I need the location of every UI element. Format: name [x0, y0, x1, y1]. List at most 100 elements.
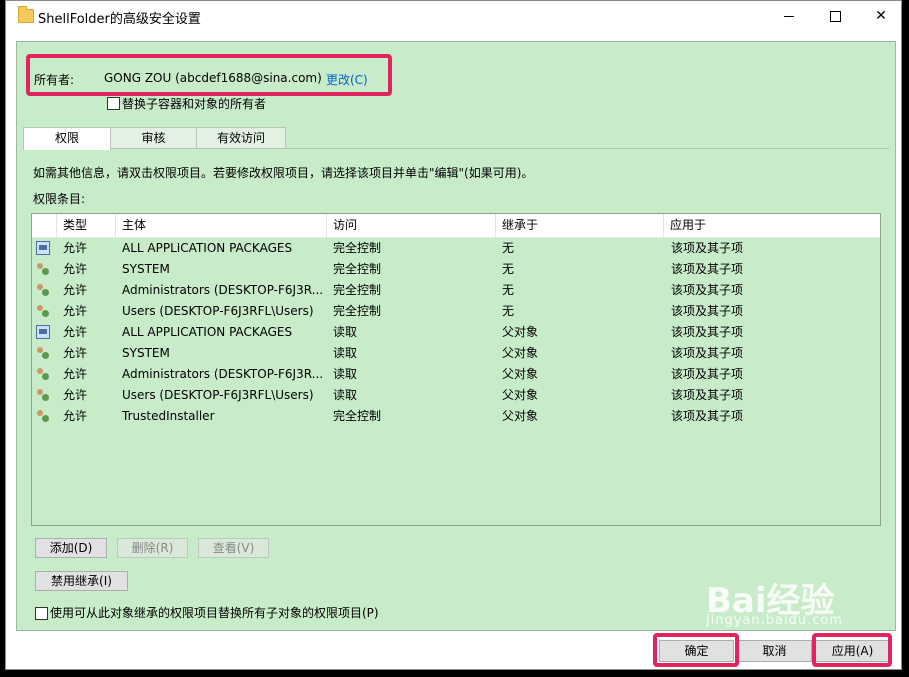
tab-effective-access[interactable]: 有效访问	[196, 127, 286, 149]
row-access: 读取	[333, 346, 358, 360]
row-principal: SYSTEM	[122, 262, 170, 276]
user-group-icon	[36, 262, 50, 276]
replace-owner-label: 替换子容器和对象的所有者	[122, 97, 267, 111]
row-type: 允许	[63, 325, 88, 339]
cancel-button[interactable]: 取消	[737, 640, 812, 662]
user-group-icon	[36, 304, 50, 318]
info-text: 如需其他信息，请双击权限项目。若要修改权限项目，请选择该项目并单击"编辑"(如果…	[33, 166, 534, 180]
table-row[interactable]: 允许 ALL APPLICATION PACKAGES 完全控制 无 该项及其子项	[32, 238, 880, 259]
list-header: 类型 主体 访问 继承于 应用于	[32, 214, 880, 238]
row-access: 完全控制	[333, 304, 382, 318]
baidu-watermark-url: jingyan.baidu.com	[706, 613, 843, 628]
table-row[interactable]: 允许 Users (DESKTOP-F6J3RFL\Users) 完全控制 无 该项及其…	[32, 301, 880, 322]
header-icon-col[interactable]	[32, 214, 57, 237]
row-principal: SYSTEM	[122, 346, 170, 360]
header-applies-to[interactable]: 应用于	[664, 214, 880, 237]
row-type: 允许	[63, 346, 88, 360]
close-icon: ✕	[875, 8, 887, 24]
row-applies-to: 该项及其子项	[671, 388, 744, 402]
owner-value: GONG ZOU (abcdef1688@sina.com)	[104, 71, 322, 85]
user-group-icon	[36, 409, 50, 423]
row-inherited-from: 无	[502, 283, 515, 297]
row-applies-to: 该项及其子项	[671, 325, 744, 339]
folder-icon	[18, 6, 34, 23]
user-group-icon	[36, 346, 50, 360]
view-button[interactable]: 查看(V)	[198, 538, 269, 558]
row-access: 读取	[333, 388, 358, 402]
apply-highlight	[812, 633, 892, 667]
row-type: 允许	[63, 304, 88, 318]
permission-entries-list[interactable]: 类型 主体 访问 继承于 应用于 允许 ALL APPLICATION PACKA…	[31, 213, 881, 526]
row-applies-to: 该项及其子项	[671, 283, 744, 297]
permission-entries-label: 权限条目:	[33, 192, 86, 206]
minimize-button[interactable]	[766, 1, 812, 32]
window-title: ShellFolder的高级安全设置	[38, 12, 201, 27]
disable-inheritance-button[interactable]: 禁用继承(I)	[35, 571, 128, 591]
replace-owner-checkbox[interactable]	[107, 97, 120, 110]
close-button[interactable]: ✕	[858, 1, 904, 32]
row-access: 完全控制	[333, 283, 382, 297]
row-principal: Users (DESKTOP-F6J3RFL\Users)	[122, 304, 314, 318]
row-applies-to: 该项及其子项	[671, 304, 744, 318]
header-principal[interactable]: 主体	[116, 214, 327, 237]
ok-highlight	[653, 633, 739, 667]
user-group-icon	[36, 388, 50, 402]
row-inherited-from: 父对象	[502, 409, 539, 423]
row-type: 允许	[63, 241, 88, 255]
row-access: 完全控制	[333, 241, 382, 255]
minimize-icon	[784, 15, 794, 17]
row-inherited-from: 父对象	[502, 346, 539, 360]
settings-panel: 所有者: GONG ZOU (abcdef1688@sina.com) 更改(C…	[16, 41, 896, 631]
header-access[interactable]: 访问	[327, 214, 496, 237]
row-applies-to: 该项及其子项	[671, 367, 744, 381]
replace-child-permissions-checkbox[interactable]	[35, 607, 48, 620]
row-applies-to: 该项及其子项	[671, 241, 744, 255]
row-type: 允许	[63, 388, 88, 402]
table-row[interactable]: 允许 Administrators (DESKTOP-F6J3R... 完全控制 无 该…	[32, 280, 880, 301]
remove-button[interactable]: 删除(R)	[117, 538, 188, 558]
table-row[interactable]: 允许 SYSTEM 读取 父对象 该项及其子项	[32, 343, 880, 364]
row-principal: TrustedInstaller	[122, 409, 215, 423]
table-row[interactable]: 允许 ALL APPLICATION PACKAGES 读取 父对象 该项及其子项	[32, 322, 880, 343]
row-principal: Users (DESKTOP-F6J3RFL\Users)	[122, 388, 314, 402]
row-principal: Administrators (DESKTOP-F6J3R...	[122, 283, 322, 297]
row-inherited-from: 无	[502, 304, 515, 318]
row-inherited-from: 父对象	[502, 325, 539, 339]
package-icon	[36, 241, 50, 255]
user-group-icon	[36, 367, 50, 381]
row-principal: ALL APPLICATION PACKAGES	[122, 241, 293, 255]
add-button[interactable]: 添加(D)	[35, 538, 107, 558]
table-row[interactable]: 允许 TrustedInstaller 完全控制 父对象 该项及其子项	[32, 406, 880, 427]
row-inherited-from: 父对象	[502, 388, 539, 402]
row-type: 允许	[63, 409, 88, 423]
tab-auditing[interactable]: 审核	[109, 127, 198, 149]
owner-label: 所有者:	[34, 73, 75, 87]
header-type[interactable]: 类型	[57, 214, 116, 237]
advanced-security-window: ShellFolder的高级安全设置 ✕ 所有者: GONG ZOU (abcd…	[5, 0, 902, 670]
replace-child-permissions-label: 使用可从此对象继承的权限项目替换所有子对象的权限项目(P)	[50, 606, 379, 620]
maximize-icon	[829, 10, 841, 22]
row-applies-to: 该项及其子项	[671, 409, 744, 423]
user-group-icon	[36, 283, 50, 297]
row-inherited-from: 无	[502, 241, 515, 255]
row-type: 允许	[63, 283, 88, 297]
title-bar[interactable]: ShellFolder的高级安全设置 ✕	[6, 1, 901, 32]
row-applies-to: 该项及其子项	[671, 346, 744, 360]
maximize-button[interactable]	[812, 1, 858, 32]
table-row[interactable]: 允许 SYSTEM 完全控制 无 该项及其子项	[32, 259, 880, 280]
tab-divider	[23, 148, 889, 149]
row-access: 读取	[333, 325, 358, 339]
table-row[interactable]: 允许 Users (DESKTOP-F6J3RFL\Users) 读取 父对象 该项及其…	[32, 385, 880, 406]
row-inherited-from: 父对象	[502, 367, 539, 381]
package-icon	[36, 325, 50, 339]
change-owner-link[interactable]: 更改(C)	[326, 71, 368, 88]
row-access: 读取	[333, 367, 358, 381]
row-access: 完全控制	[333, 409, 382, 423]
row-type: 允许	[63, 262, 88, 276]
row-principal: ALL APPLICATION PACKAGES	[122, 325, 293, 339]
row-inherited-from: 无	[502, 262, 515, 276]
row-type: 允许	[63, 367, 88, 381]
header-inherited-from[interactable]: 继承于	[496, 214, 664, 237]
tab-permissions[interactable]: 权限	[23, 127, 111, 150]
table-row[interactable]: 允许 Administrators (DESKTOP-F6J3R... 读取 父对象 该…	[32, 364, 880, 385]
